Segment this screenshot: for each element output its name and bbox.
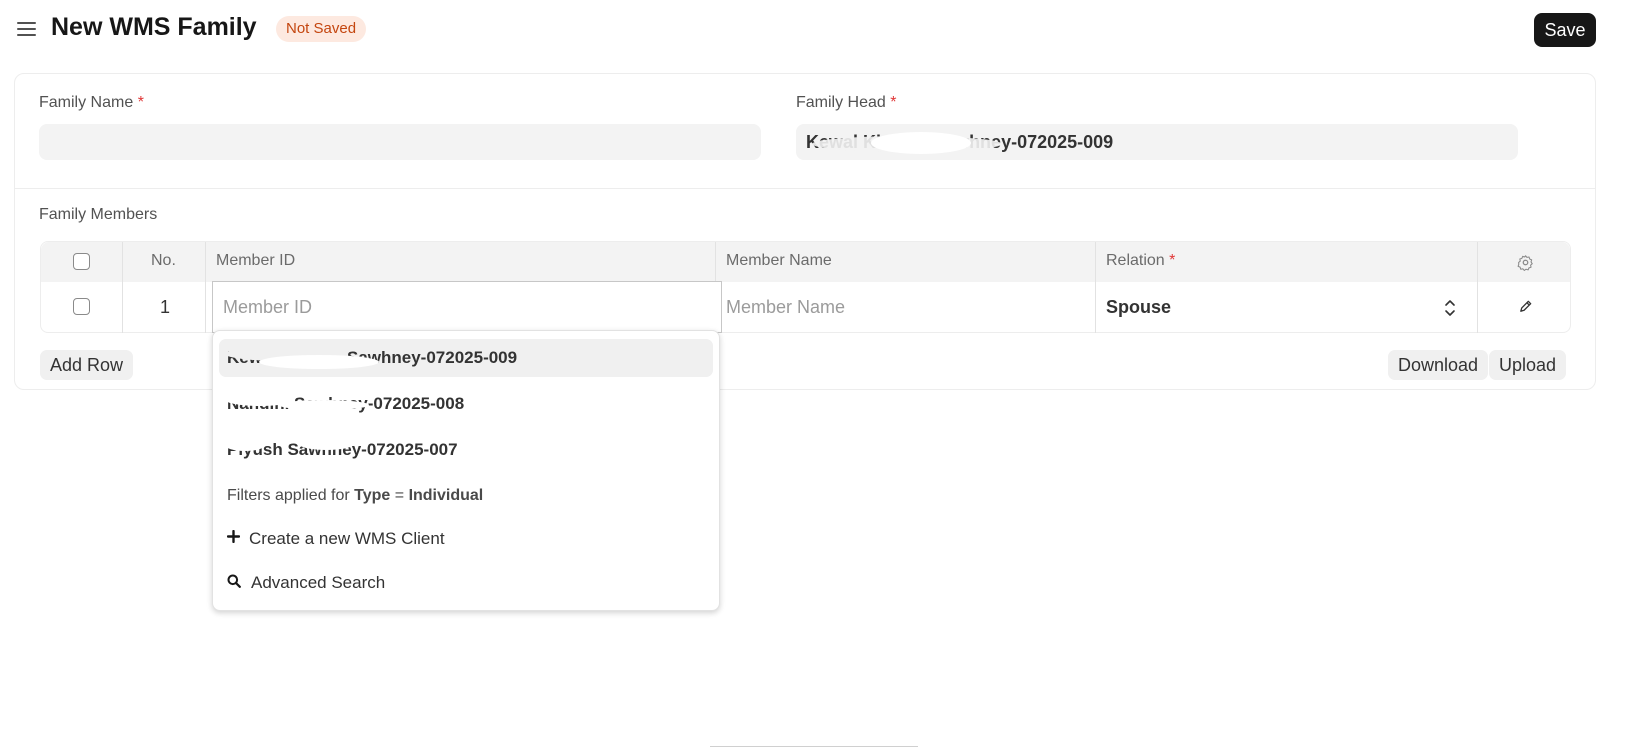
chevron-up-down-icon xyxy=(1445,300,1455,316)
required-mark: * xyxy=(137,94,144,111)
plus-icon xyxy=(227,530,240,543)
family-name-label-text: Family Name xyxy=(39,94,134,111)
column-header-no: No. xyxy=(151,252,176,269)
advanced-search-label: Advanced Search xyxy=(251,573,386,592)
add-row-button[interactable]: Add Row xyxy=(40,350,134,380)
redaction-mark xyxy=(299,438,354,450)
member-name-placeholder: Member Name xyxy=(726,297,846,317)
page-title: New WMS Family xyxy=(51,13,257,41)
filter-prefix: Filters applied for xyxy=(227,487,355,504)
family-name-input[interactable] xyxy=(39,124,761,160)
save-button[interactable]: Save xyxy=(1534,13,1596,47)
create-new-client-label: Create a new WMS Client xyxy=(249,529,445,548)
family-head-input[interactable]: Kewal Khasha Sawhney-072025-009 xyxy=(796,124,1518,160)
row-checkbox[interactable] xyxy=(73,298,90,315)
required-mark: * xyxy=(1169,252,1176,269)
header-member-name-cell: Member Name xyxy=(716,242,1096,282)
dropdown-option[interactable]: Kewal Khasha Sawhney-072025-009 xyxy=(219,339,713,377)
create-new-client-option[interactable]: Create a new WMS Client xyxy=(219,521,713,557)
family-name-label: Family Name * xyxy=(39,94,144,112)
gear-icon[interactable] xyxy=(1517,254,1534,271)
row-number: 1 xyxy=(160,297,171,317)
filter-value: Individual xyxy=(408,487,484,504)
advanced-search-option[interactable]: Advanced Search xyxy=(219,565,713,601)
download-button[interactable]: Download xyxy=(1388,350,1489,380)
family-members-label: Family Members xyxy=(39,206,158,223)
redaction-mark xyxy=(871,132,971,154)
select-all-checkbox[interactable] xyxy=(73,253,90,270)
member-id-dropdown: Kewal Khasha Sawhney-072025-009 Nandini … xyxy=(212,330,720,611)
menu-icon[interactable] xyxy=(17,20,36,38)
required-mark: * xyxy=(890,94,897,111)
relation-value: Spouse xyxy=(1106,297,1172,317)
filter-operator: = xyxy=(390,487,409,504)
header-select-cell xyxy=(41,242,123,282)
row-no-cell: 1 xyxy=(123,282,206,333)
header-relation-cell: Relation * xyxy=(1096,242,1478,282)
divider xyxy=(710,746,918,747)
header-settings-cell xyxy=(1478,242,1572,282)
member-name-cell[interactable]: Member Name xyxy=(716,282,1096,333)
family-head-label-text: Family Head xyxy=(796,94,886,111)
filter-info: Filters applied for Type = Individual xyxy=(227,487,483,505)
row-select-cell xyxy=(41,282,123,333)
row-edit-cell xyxy=(1478,282,1572,333)
redaction-mark xyxy=(259,355,379,369)
page-header: New WMS Family Not Saved Save xyxy=(0,0,1651,60)
family-members-table: No. Member ID Member Name Relation * 1 M… xyxy=(40,241,1571,333)
column-header-relation-text: Relation xyxy=(1106,252,1165,269)
member-id-cell[interactable] xyxy=(212,281,722,333)
dropdown-option[interactable]: Piyush Sawhney-072025-007 xyxy=(219,431,713,469)
header-member-id-cell: Member ID xyxy=(206,242,716,282)
relation-select[interactable]: Spouse xyxy=(1096,282,1478,333)
header-no-cell: No. xyxy=(123,242,206,282)
redaction-mark xyxy=(225,439,265,451)
column-header-member-name: Member Name xyxy=(726,252,832,269)
section-divider xyxy=(15,188,1595,189)
table-header: No. Member ID Member Name Relation * xyxy=(41,242,1570,282)
table-row: 1 Member Name Spouse xyxy=(41,281,1572,333)
search-icon xyxy=(227,574,241,588)
family-head-label: Family Head * xyxy=(796,94,897,112)
edit-icon[interactable] xyxy=(1518,299,1533,314)
column-header-member-id: Member ID xyxy=(216,252,296,269)
member-id-input[interactable] xyxy=(213,282,721,332)
dropdown-option[interactable]: Nandini Sawhney-072025-008 xyxy=(219,385,713,423)
filter-field: Type xyxy=(354,487,391,504)
column-header-relation: Relation * xyxy=(1106,252,1175,270)
status-badge: Not Saved xyxy=(276,16,367,42)
redaction-mark xyxy=(279,400,369,410)
upload-button[interactable]: Upload xyxy=(1489,350,1567,380)
